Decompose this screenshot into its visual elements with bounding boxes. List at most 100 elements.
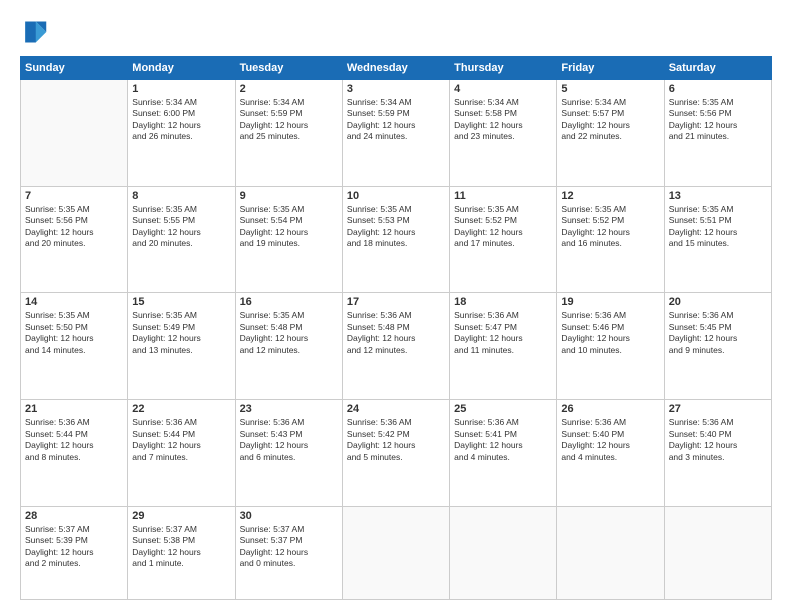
calendar-cell: 20 Sunrise: 5:36 AM Sunset: 5:45 PM Dayli… — [664, 293, 771, 400]
calendar-cell — [664, 506, 771, 599]
day-info: Sunrise: 5:36 AM Sunset: 5:47 PM Dayligh… — [454, 310, 552, 356]
day-number: 20 — [669, 296, 767, 308]
calendar-cell — [557, 506, 664, 599]
day-info: Sunrise: 5:36 AM Sunset: 5:44 PM Dayligh… — [132, 417, 230, 463]
day-number: 27 — [669, 403, 767, 415]
calendar-cell: 24Sunrise: 5:36 AM Sunset: 5:42 PM Dayli… — [342, 400, 449, 507]
day-info: Sunrise: 5:34 AM Sunset: 6:00 PM Dayligh… — [132, 97, 230, 143]
calendar-cell: 10 Sunrise: 5:35 AM Sunset: 5:53 PM Dayli… — [342, 186, 449, 293]
day-info: Sunrise: 5:35 AM Sunset: 5:55 PM Dayligh… — [132, 204, 230, 250]
day-info: Sunrise: 5:34 AM Sunset: 5:59 PM Dayligh… — [240, 97, 338, 143]
day-number: 11 — [454, 190, 552, 202]
day-info: Sunrise: 5:35 AM Sunset: 5:56 PM Dayligh… — [25, 204, 123, 250]
day-header-monday: Monday — [128, 57, 235, 80]
day-info: Sunrise: 5:36 AM Sunset: 5:45 PM Dayligh… — [669, 310, 767, 356]
day-number: 13 — [669, 190, 767, 202]
day-info: Sunrise: 5:35 AM Sunset: 5:52 PM Dayligh… — [454, 204, 552, 250]
calendar-cell: 18 Sunrise: 5:36 AM Sunset: 5:47 PM Dayli… — [450, 293, 557, 400]
calendar-cell: 29 Sunrise: 5:37 AM Sunset: 5:38 PM Dayli… — [128, 506, 235, 599]
day-number: 24 — [347, 403, 445, 415]
day-info: Sunrise: 5:36 AM Sunset: 5:44 PM Dayligh… — [25, 417, 123, 463]
day-number: 29 — [132, 510, 230, 522]
header — [20, 18, 772, 46]
day-number: 10 — [347, 190, 445, 202]
day-number: 18 — [454, 296, 552, 308]
calendar-cell: 14 Sunrise: 5:35 AM Sunset: 5:50 PM Dayli… — [21, 293, 128, 400]
day-info: Sunrise: 5:36 AM Sunset: 5:40 PM Dayligh… — [669, 417, 767, 463]
day-header-wednesday: Wednesday — [342, 57, 449, 80]
calendar-cell: 12 Sunrise: 5:35 AM Sunset: 5:52 PM Dayli… — [557, 186, 664, 293]
day-number: 15 — [132, 296, 230, 308]
calendar-cell: 27 Sunrise: 5:36 AM Sunset: 5:40 PM Dayli… — [664, 400, 771, 507]
day-number: 16 — [240, 296, 338, 308]
day-info: Sunrise: 5:34 AM Sunset: 5:58 PM Dayligh… — [454, 97, 552, 143]
day-info: Sunrise: 5:34 AM Sunset: 5:59 PM Dayligh… — [347, 97, 445, 143]
calendar-cell: 1 Sunrise: 5:34 AM Sunset: 6:00 PM Daylig… — [128, 80, 235, 187]
calendar-table: SundayMondayTuesdayWednesdayThursdayFrid… — [20, 56, 772, 600]
day-number: 2 — [240, 83, 338, 95]
calendar-cell: 7 Sunrise: 5:35 AM Sunset: 5:56 PM Daylig… — [21, 186, 128, 293]
day-info: Sunrise: 5:36 AM Sunset: 5:40 PM Dayligh… — [561, 417, 659, 463]
calendar-cell: 25Sunrise: 5:36 AM Sunset: 5:41 PM Dayli… — [450, 400, 557, 507]
day-number: 6 — [669, 83, 767, 95]
calendar-cell: 13 Sunrise: 5:35 AM Sunset: 5:51 PM Dayli… — [664, 186, 771, 293]
day-info: Sunrise: 5:37 AM Sunset: 5:38 PM Dayligh… — [132, 524, 230, 570]
day-number: 12 — [561, 190, 659, 202]
calendar-cell: 21Sunrise: 5:36 AM Sunset: 5:44 PM Dayli… — [21, 400, 128, 507]
day-number: 4 — [454, 83, 552, 95]
day-number: 3 — [347, 83, 445, 95]
logo — [20, 18, 52, 46]
day-number: 17 — [347, 296, 445, 308]
calendar-cell: 17 Sunrise: 5:36 AM Sunset: 5:48 PM Dayli… — [342, 293, 449, 400]
day-info: Sunrise: 5:35 AM Sunset: 5:53 PM Dayligh… — [347, 204, 445, 250]
calendar-cell — [342, 506, 449, 599]
calendar-cell: 9 Sunrise: 5:35 AM Sunset: 5:54 PM Daylig… — [235, 186, 342, 293]
day-number: 28 — [25, 510, 123, 522]
calendar-cell: 28Sunrise: 5:37 AM Sunset: 5:39 PM Dayli… — [21, 506, 128, 599]
calendar-cell — [21, 80, 128, 187]
day-number: 1 — [132, 83, 230, 95]
page: SundayMondayTuesdayWednesdayThursdayFrid… — [0, 0, 792, 612]
calendar-cell: 4 Sunrise: 5:34 AM Sunset: 5:58 PM Daylig… — [450, 80, 557, 187]
day-number: 23 — [240, 403, 338, 415]
day-info: Sunrise: 5:36 AM Sunset: 5:48 PM Dayligh… — [347, 310, 445, 356]
day-info: Sunrise: 5:36 AM Sunset: 5:41 PM Dayligh… — [454, 417, 552, 463]
calendar-cell: 5 Sunrise: 5:34 AM Sunset: 5:57 PM Daylig… — [557, 80, 664, 187]
day-info: Sunrise: 5:35 AM Sunset: 5:51 PM Dayligh… — [669, 204, 767, 250]
day-info: Sunrise: 5:35 AM Sunset: 5:52 PM Dayligh… — [561, 204, 659, 250]
day-number: 19 — [561, 296, 659, 308]
calendar-cell: 30 Sunrise: 5:37 AM Sunset: 5:37 PM Dayli… — [235, 506, 342, 599]
calendar-cell: 15 Sunrise: 5:35 AM Sunset: 5:49 PM Dayli… — [128, 293, 235, 400]
calendar-cell: 26 Sunrise: 5:36 AM Sunset: 5:40 PM Dayli… — [557, 400, 664, 507]
day-info: Sunrise: 5:37 AM Sunset: 5:37 PM Dayligh… — [240, 524, 338, 570]
calendar-cell: 8 Sunrise: 5:35 AM Sunset: 5:55 PM Daylig… — [128, 186, 235, 293]
day-header-saturday: Saturday — [664, 57, 771, 80]
day-number: 7 — [25, 190, 123, 202]
day-info: Sunrise: 5:35 AM Sunset: 5:56 PM Dayligh… — [669, 97, 767, 143]
day-number: 9 — [240, 190, 338, 202]
calendar-cell: 11 Sunrise: 5:35 AM Sunset: 5:52 PM Dayli… — [450, 186, 557, 293]
day-header-thursday: Thursday — [450, 57, 557, 80]
day-number: 8 — [132, 190, 230, 202]
calendar-cell: 19 Sunrise: 5:36 AM Sunset: 5:46 PM Dayli… — [557, 293, 664, 400]
calendar-cell: 22Sunrise: 5:36 AM Sunset: 5:44 PM Dayli… — [128, 400, 235, 507]
day-info: Sunrise: 5:35 AM Sunset: 5:54 PM Dayligh… — [240, 204, 338, 250]
calendar-cell: 23 Sunrise: 5:36 AM Sunset: 5:43 PM Dayli… — [235, 400, 342, 507]
day-info: Sunrise: 5:36 AM Sunset: 5:43 PM Dayligh… — [240, 417, 338, 463]
day-info: Sunrise: 5:34 AM Sunset: 5:57 PM Dayligh… — [561, 97, 659, 143]
day-info: Sunrise: 5:36 AM Sunset: 5:46 PM Dayligh… — [561, 310, 659, 356]
calendar-cell: 3 Sunrise: 5:34 AM Sunset: 5:59 PM Daylig… — [342, 80, 449, 187]
day-number: 30 — [240, 510, 338, 522]
day-number: 26 — [561, 403, 659, 415]
calendar-cell — [450, 506, 557, 599]
day-header-tuesday: Tuesday — [235, 57, 342, 80]
day-info: Sunrise: 5:35 AM Sunset: 5:50 PM Dayligh… — [25, 310, 123, 356]
day-info: Sunrise: 5:35 AM Sunset: 5:49 PM Dayligh… — [132, 310, 230, 356]
calendar-cell: 16Sunrise: 5:35 AM Sunset: 5:48 PM Dayli… — [235, 293, 342, 400]
logo-icon — [20, 18, 48, 46]
day-number: 14 — [25, 296, 123, 308]
day-header-friday: Friday — [557, 57, 664, 80]
calendar-cell: 6 Sunrise: 5:35 AM Sunset: 5:56 PM Daylig… — [664, 80, 771, 187]
day-number: 5 — [561, 83, 659, 95]
calendar-cell: 2 Sunrise: 5:34 AM Sunset: 5:59 PM Daylig… — [235, 80, 342, 187]
